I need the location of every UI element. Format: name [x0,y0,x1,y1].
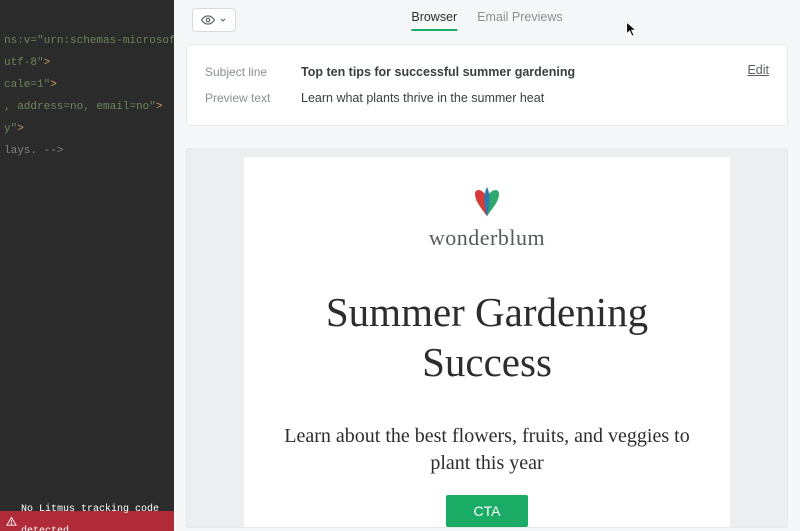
preview-visibility-dropdown[interactable] [192,8,236,32]
subject-line-label: Subject line [205,65,287,79]
code-line: y"> [0,118,174,140]
code-line: cale=1"> [0,74,174,96]
code-line: , address=no, email=no"> [0,96,174,118]
warning-icon [6,516,17,527]
tracking-alert-text: No Litmus tracking code detected [21,499,168,531]
subject-line-value: Top ten tips for successful summer garde… [301,65,575,79]
brand-name: wonderblum [268,225,706,251]
preview-app: Browser Email Previews Subject line Top … [174,0,800,531]
toolbar: Browser Email Previews [174,0,800,40]
email-hero-title: Summer Gardening Success [268,287,706,387]
code-editor-panel[interactable]: ns:v="urn:schemas-microsoft-utf-8">cale=… [0,0,174,531]
preview-tabs: Browser Email Previews [411,10,562,30]
email-canvas[interactable]: wonderblum Summer Gardening Success Lear… [186,148,788,528]
flower-icon [460,183,514,223]
email-hero-subtitle: Learn about the best flowers, fruits, an… [268,423,706,477]
chevron-down-icon [219,16,227,24]
preview-text-label: Preview text [205,91,287,105]
edit-meta-link[interactable]: Edit [747,63,769,77]
code-line: ns:v="urn:schemas-microsoft- [0,30,174,52]
email-meta-card: Subject line Top ten tips for successful… [186,44,788,126]
tab-email-previews[interactable]: Email Previews [477,10,562,30]
code-lines: ns:v="urn:schemas-microsoft-utf-8">cale=… [0,30,174,162]
code-line: utf-8"> [0,52,174,74]
preview-text-value: Learn what plants thrive in the summer h… [301,91,544,105]
tracking-alert-bar[interactable]: No Litmus tracking code detected [0,511,174,531]
mouse-cursor-icon [626,22,638,38]
brand-logo-mark [268,183,706,223]
eye-icon [201,13,215,27]
code-line: lays. --> [0,140,174,162]
email-body: wonderblum Summer Gardening Success Lear… [244,157,730,527]
email-cta-button[interactable]: CTA [446,495,529,527]
tab-browser[interactable]: Browser [411,10,457,30]
